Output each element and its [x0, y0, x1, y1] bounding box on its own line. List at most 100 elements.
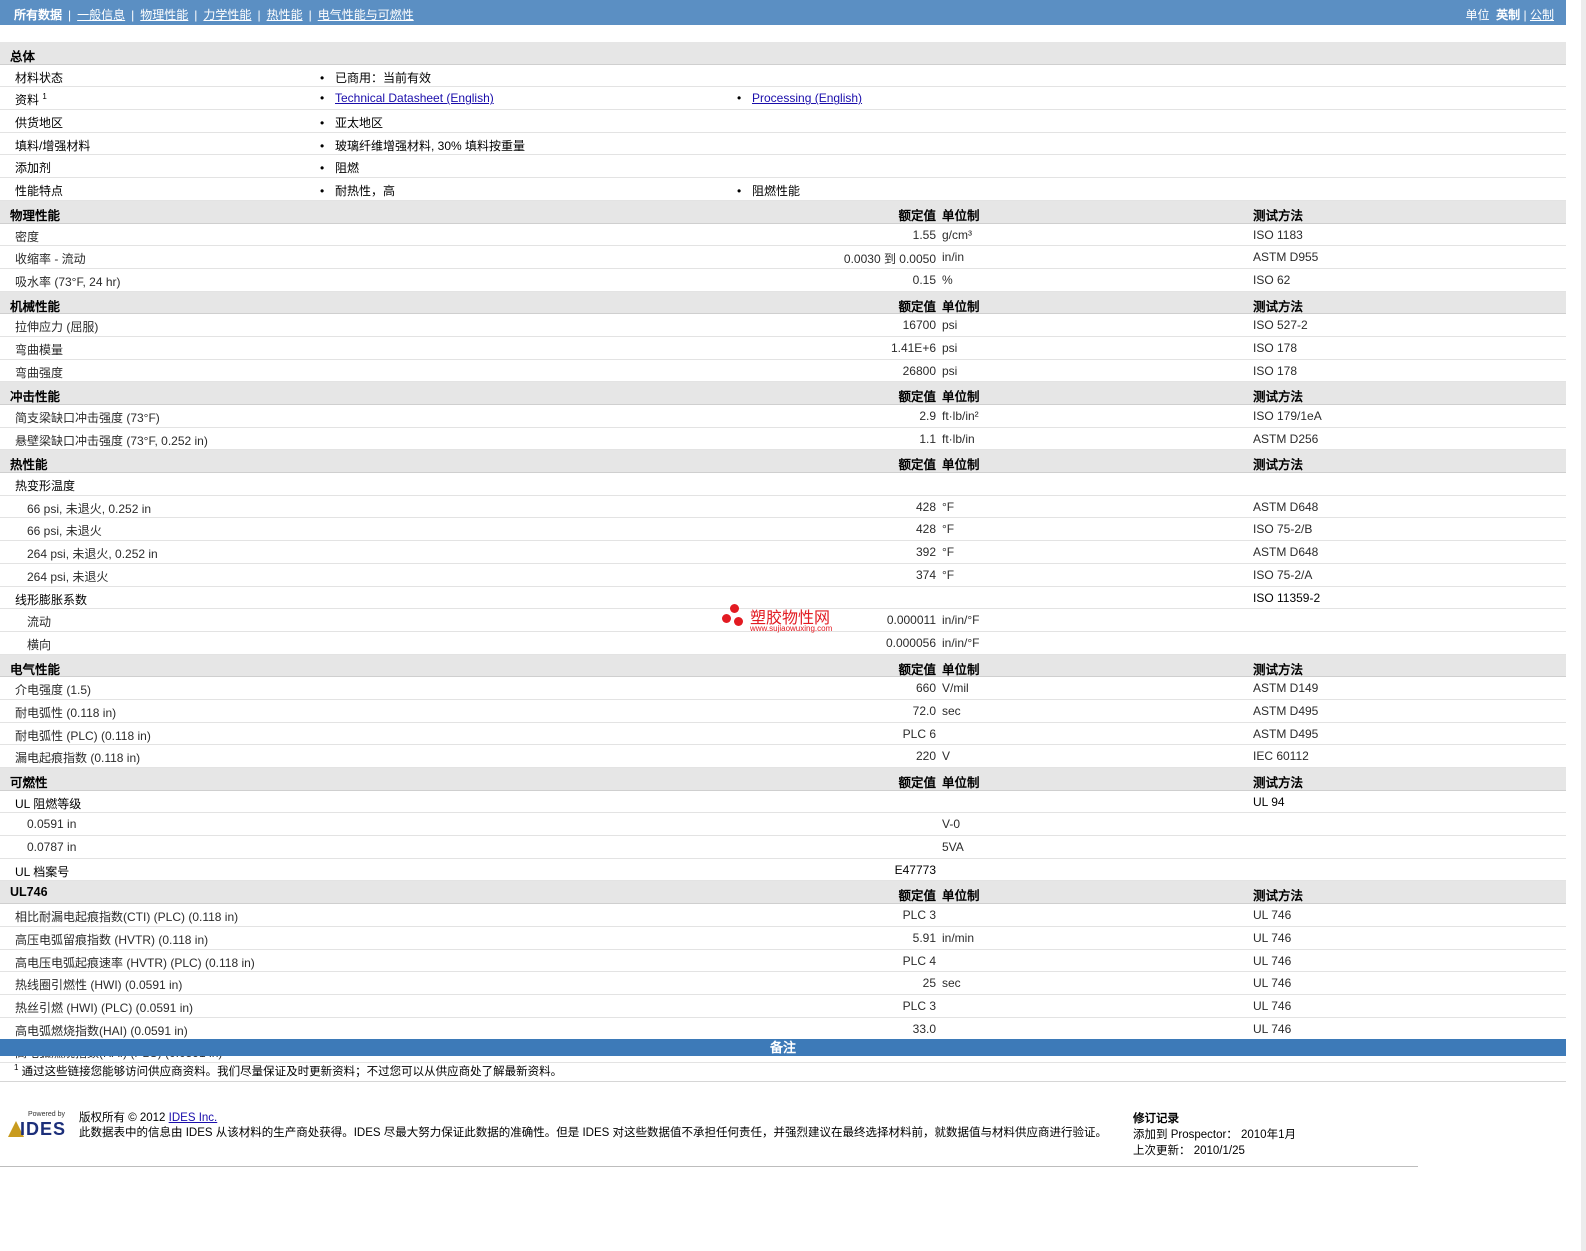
method-header: 测试方法: [1253, 776, 1304, 790]
row-label: 耐电弧性 (PLC) (0.118 in): [15, 728, 151, 743]
method-header: 测试方法: [1253, 662, 1304, 677]
table-row: 高压电弧留痕指数 (HVTR) (0.118 in) 5.91 in/min UL 7…: [0, 927, 1566, 950]
row-value: 1.55: [912, 227, 936, 242]
row-label: 0.0787 in: [27, 840, 77, 855]
row-label: 悬壁梁缺口冲击强度 (73°F, 0.252 in): [15, 433, 208, 448]
row-method: ISO 178: [1253, 363, 1298, 378]
row-unit: 5VA: [942, 840, 964, 855]
nav-thermal[interactable]: 热性能: [267, 8, 303, 22]
technical-datasheet-link-wrap: Technical Datasheet (English): [320, 91, 494, 105]
table-row: 拉伸应力 (屈服) 16700 psi ISO 527-2: [0, 314, 1566, 337]
row-unit: V: [942, 749, 951, 764]
nominal-header: 额定值: [898, 458, 936, 473]
section-mechanical-header: 机械性能 额定值 单位制 测试方法: [0, 291, 1566, 315]
revision-history: 修订记录 添加到 Prospector： 2010年1月 上次更新： 2010/…: [1133, 1111, 1296, 1159]
row-label: 弯曲模量: [15, 342, 64, 357]
footer-divider: [0, 1166, 1418, 1167]
nominal-header: 额定值: [898, 390, 936, 405]
nav-physical[interactable]: 物理性能: [140, 8, 188, 22]
table-row: 热丝引燃 (HWI) (PLC) (0.0591 in) PLC 3 UL 746: [0, 995, 1566, 1018]
row-unit: psi: [942, 340, 958, 355]
row-label: 高电弧燃烧指数(HAI) (0.0591 in): [15, 1023, 188, 1038]
mechanical-rows: 拉伸应力 (屈服) 16700 psi ISO 527-2 弯曲模量 1.41E+6 psi…: [0, 314, 1566, 383]
vertical-scrollbar[interactable]: [1581, 0, 1586, 1251]
row-value: 1.1: [919, 431, 936, 446]
row-method: ASTM D648: [1253, 499, 1319, 514]
unit-header: 单位制: [942, 458, 980, 473]
row-label: 简支梁缺口冲击强度 (73°F): [15, 411, 160, 425]
row-method: ASTM D648: [1253, 545, 1319, 560]
table-row: 收缩率 - 流动 0.0030 到 0.0050 in/in ASTM D955: [0, 246, 1566, 269]
row-label: 流动: [27, 615, 52, 630]
row-label: 264 psi, 未退火: [27, 569, 109, 584]
table-row: 简支梁缺口冲击强度 (73°F) 2.9 ft·lb/in² ISO 179/1eA: [0, 405, 1566, 428]
ides-company-link[interactable]: IDES Inc.: [169, 1112, 218, 1124]
nav-electrical-flammability[interactable]: 电气性能与可燃性: [318, 8, 414, 22]
row-label: 高压电弧留痕指数 (HVTR) (0.118 in): [15, 932, 209, 947]
row-method: ASTM D495: [1253, 703, 1319, 718]
row-value: 428: [915, 499, 936, 514]
revision-title: 修订记录: [1133, 1113, 1179, 1125]
row-method: UL 746: [1253, 953, 1292, 968]
table-row: 填料/增强材料 玻璃纤维增强材料, 30% 填料按重量: [0, 133, 1566, 156]
unit-header: 单位制: [942, 390, 980, 405]
electrical-rows: 介电强度 (1.5) 660 V/mil ASTM D149 耐电弧性 (0.118 i…: [0, 677, 1566, 768]
row-label: 拉伸应力 (屈服): [15, 320, 99, 335]
row-label: 收缩率 - 流动: [15, 252, 86, 267]
section-title: 电气性能: [10, 662, 61, 677]
row-value: E47773: [894, 862, 936, 877]
row-value: 已商用：当前有效: [320, 69, 431, 86]
nav-mechanical[interactable]: 力学性能: [203, 8, 251, 22]
technical-datasheet-link[interactable]: Technical Datasheet (English): [335, 91, 494, 105]
row-value: 660: [915, 681, 936, 696]
table-row: 264 psi, 未退火 374 °F ISO 75-2/A: [0, 564, 1566, 587]
nav-all-data[interactable]: 所有数据: [14, 8, 62, 22]
row-value: 25: [922, 976, 936, 991]
impact-rows: 简支梁缺口冲击强度 (73°F) 2.9 ft·lb/in² ISO 179/1eA 悬…: [0, 405, 1566, 451]
row-value: PLC 3: [902, 998, 936, 1013]
nominal-header: 额定值: [898, 889, 936, 904]
divider: [0, 1081, 1566, 1082]
row-label: 66 psi, 未退火, 0.252 in: [27, 501, 152, 516]
row-method: ASTM D495: [1253, 726, 1319, 741]
table-row: 材料状态 已商用：当前有效: [0, 65, 1566, 88]
physical-rows: 密度 1.55 g/cm³ ISO 1183 收缩率 - 流动 0.0030 到 0.00…: [0, 224, 1566, 292]
row-unit: °F: [942, 499, 955, 514]
unit-header: 单位制: [942, 208, 980, 223]
section-flammability-header: 可燃性 额定值 单位制 测试方法: [0, 768, 1566, 791]
table-row: 横向 0.000056 in/in/°F: [0, 632, 1566, 655]
row-method: ISO 11359-2: [1253, 590, 1321, 605]
row-value: 0.000056: [885, 635, 936, 650]
row-label: 264 psi, 未退火, 0.252 in: [27, 547, 158, 562]
unit-english[interactable]: 英制: [1496, 8, 1520, 22]
row-method: ISO 75-2/B: [1253, 522, 1313, 537]
row-value: 2.9: [919, 409, 936, 423]
table-row: 性能特点 耐热性，高 阻燃性能: [0, 178, 1566, 201]
row-method: ASTM D955: [1253, 250, 1319, 265]
row-unit: sec: [942, 976, 961, 991]
row-unit: °F: [942, 522, 955, 537]
row-value: 16700: [902, 318, 936, 333]
row-label: 线形膨胀系数: [15, 592, 88, 607]
row-method: UL 94: [1253, 794, 1285, 809]
method-header: 测试方法: [1253, 458, 1304, 473]
row-method: ISO 179/1eA: [1253, 409, 1322, 423]
table-row: 高电压电弧起痕速率 (HVTR) (PLC) (0.118 in) PLC 4 UL…: [0, 950, 1566, 973]
row-method: ISO 178: [1253, 340, 1298, 355]
row-label: 吸水率 (73°F, 24 hr): [15, 274, 121, 289]
row-unit: in/in/°F: [942, 635, 980, 650]
method-header: 测试方法: [1253, 299, 1304, 314]
row-value: 33.0: [912, 1021, 936, 1036]
nominal-header: 额定值: [898, 299, 936, 314]
table-row: 介电强度 (1.5) 660 V/mil ASTM D149: [0, 677, 1566, 700]
row-method: ISO 62: [1253, 272, 1291, 287]
nav-general-info[interactable]: 一般信息: [77, 8, 125, 22]
row-unit: in/min: [942, 930, 975, 945]
unit-metric[interactable]: 公制: [1530, 8, 1554, 22]
section-general-header: 总体: [0, 42, 1566, 65]
processing-link[interactable]: Processing (English): [752, 91, 862, 105]
revision-added: 添加到 Prospector： 2010年1月: [1133, 1129, 1296, 1141]
row-method: UL 746: [1253, 908, 1292, 923]
table-row: 热线圈引燃性 (HWI) (0.0591 in) 25 sec UL 746: [0, 972, 1566, 995]
row-value: 5.91: [912, 930, 936, 945]
